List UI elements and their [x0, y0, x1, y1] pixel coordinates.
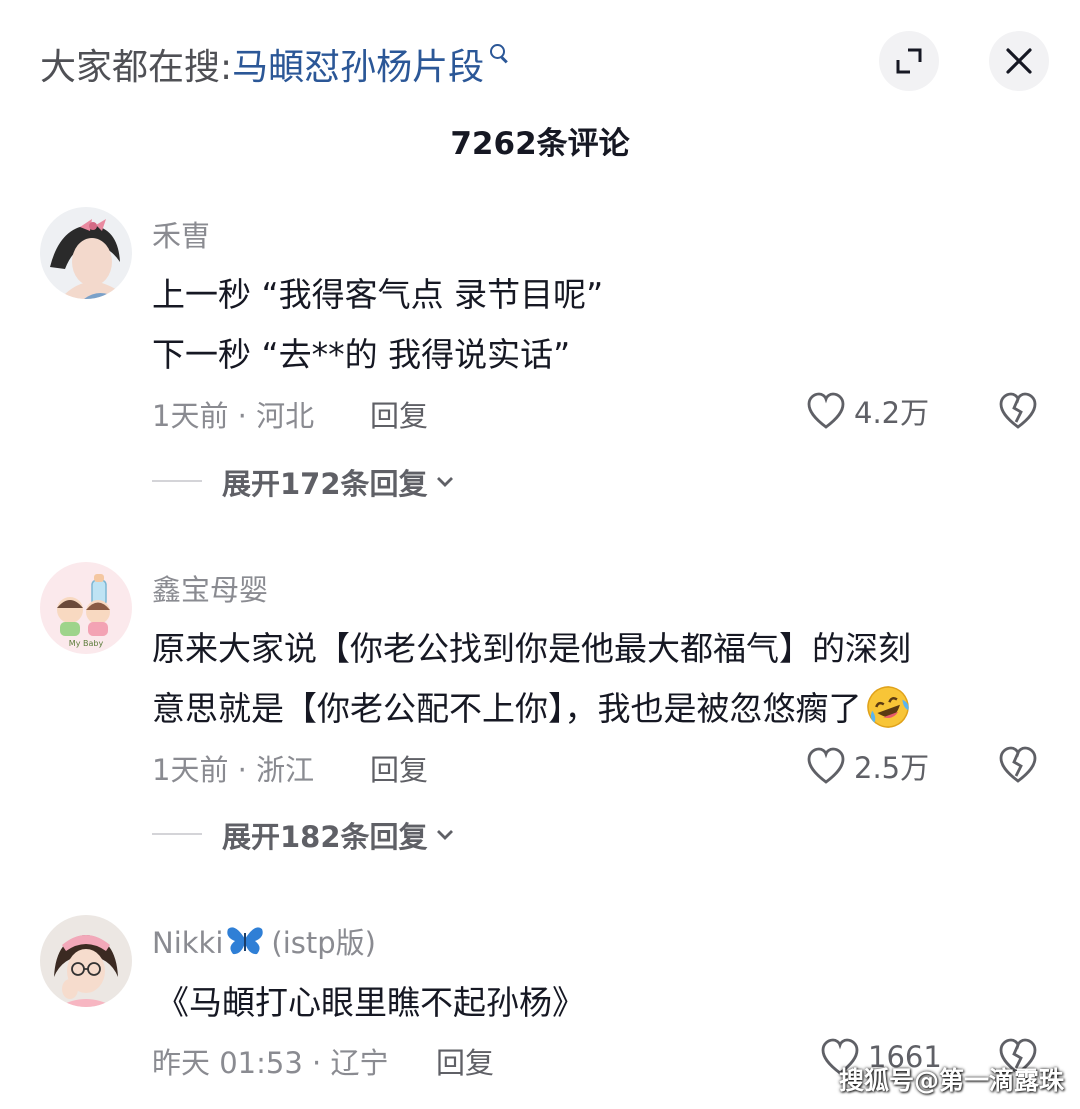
reply-button[interactable]: 回复 — [370, 393, 428, 435]
expand-icon — [896, 48, 922, 74]
close-button[interactable] — [989, 31, 1049, 91]
like-button[interactable]: 4.2万 — [806, 390, 929, 432]
comment-username-text: Nikki — [152, 926, 224, 960]
comment-meta: 1天前 · 河北 — [152, 399, 315, 433]
butterfly-icon — [227, 927, 264, 955]
reply-button[interactable]: 回复 — [436, 1040, 494, 1082]
comment-meta: 1天前 · 浙江 — [152, 753, 315, 787]
comment-text-line: 上一秒 “我得客气点 录节目呢” — [152, 275, 604, 314]
search-prefix-label: 大家都在搜: — [40, 47, 233, 88]
expand-button[interactable] — [879, 31, 939, 91]
comment-text-line: 意思就是【你老公配不上你】，我也是被忽悠瘸了 — [152, 682, 912, 731]
comment-username-suffix: (istp版) — [271, 926, 376, 960]
expand-replies-button[interactable]: 展开182条回复 — [222, 814, 456, 856]
comment-username[interactable]: 禾曺 — [152, 213, 210, 255]
avatar[interactable] — [40, 915, 132, 1007]
comment-text-line: 下一秒 “去**的 我得说实话” — [152, 335, 571, 374]
search-icon — [488, 42, 510, 72]
expand-replies-label: 展开172条回复 — [222, 467, 428, 501]
expand-replies-button[interactable]: 展开172条回复 — [222, 461, 456, 503]
close-icon — [1006, 48, 1032, 74]
search-query-link[interactable]: 马頔怼孙杨片段 — [232, 38, 484, 90]
heart-icon — [807, 747, 845, 784]
search-suggestion[interactable]: 大家都在搜: 马頔怼孙杨片段 — [40, 38, 510, 90]
comment-meta: 昨天 01:53 · 辽宁 — [152, 1046, 389, 1080]
heart-icon — [807, 392, 845, 429]
divider — [152, 833, 202, 835]
like-count: 2.5万 — [854, 751, 930, 785]
broken-heart-icon[interactable] — [998, 746, 1038, 784]
comment-username[interactable]: 鑫宝母婴 — [152, 567, 268, 609]
avatar[interactable] — [40, 207, 132, 299]
comment-text-line: 原来大家说【你老公找到你是他最大都福气】的深刻 — [152, 629, 911, 668]
chevron-down-icon — [436, 477, 453, 487]
comment-text-fragment: 意思就是【你老公配不上你】，我也是被忽悠瘸了 — [152, 689, 862, 728]
like-count: 4.2万 — [854, 396, 930, 430]
expand-replies-label: 展开182条回复 — [222, 820, 428, 854]
comment-username[interactable]: Nikki (istp版) — [152, 920, 376, 962]
broken-heart-icon[interactable] — [998, 392, 1038, 430]
comment-text-line: 《马頔打心眼里瞧不起孙杨》 — [156, 983, 585, 1022]
chevron-down-icon — [436, 830, 453, 840]
comment-count-title: 7262条评论 — [450, 126, 630, 162]
avatar[interactable]: My Baby — [40, 562, 132, 654]
like-button[interactable]: 2.5万 — [806, 745, 929, 787]
avatar-logo-text: My Baby — [69, 639, 104, 648]
laughing-crying-emoji — [866, 685, 909, 728]
watermark: 搜狐号@第一滴露珠 — [838, 1066, 1064, 1095]
reply-button[interactable]: 回复 — [370, 747, 428, 789]
divider — [152, 480, 202, 482]
